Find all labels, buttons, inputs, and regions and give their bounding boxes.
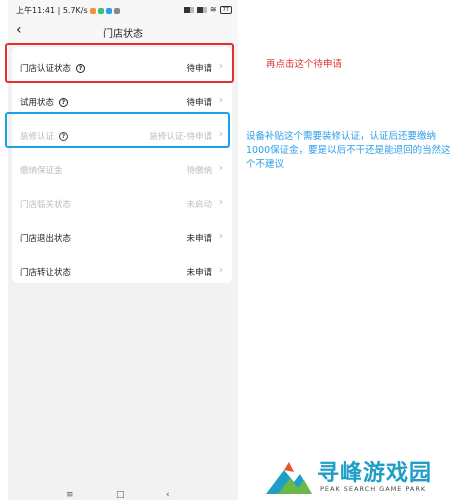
home-icon[interactable]: □ [116, 490, 125, 500]
signal-icon [183, 6, 194, 13]
app-notify-icon [97, 7, 104, 14]
row-deposit[interactable]: 缴纳保证金 待缴纳 › [12, 151, 232, 185]
highlight-box-blue [5, 112, 230, 148]
wifi-icon: ≋ [209, 5, 217, 14]
highlight-box-red [5, 43, 234, 83]
nav-bar: ‹ 门店状态 [8, 18, 238, 44]
row-value: 未启动 [186, 200, 212, 210]
row-label: 门店转让状态 [20, 268, 72, 278]
annotation-blue: 设备补贴这个需要装修认证，认证后还要缴纳1000保证金，要是以后不干还是能退回的… [246, 131, 451, 170]
page-title: 门店状态 [103, 29, 143, 40]
status-time: 上午11:41 | 5.7K/s [16, 6, 88, 15]
alarm-icon [89, 7, 96, 14]
battery-icon: 77 [219, 5, 232, 14]
row-value: 待申请 [186, 98, 212, 108]
mountain-logo-icon [266, 462, 312, 494]
chevron-right-icon: › [218, 195, 223, 208]
row-value: 未申请 [186, 234, 212, 244]
row-temp-close[interactable]: 门店临关状态 未启动 › [12, 185, 232, 219]
app-notify-icon [105, 7, 112, 14]
annotation-red: 再点击这个待申请 [266, 59, 343, 70]
row-value: 待缴纳 [186, 166, 212, 176]
help-icon[interactable]: ? [59, 97, 69, 107]
chevron-right-icon: › [218, 161, 223, 174]
row-label: 门店临关状态 [20, 200, 72, 210]
system-nav-bar: ≡ □ ‹ [8, 490, 238, 500]
logo-subtitle: PEAK SEARCH GAME PARK [320, 485, 427, 493]
menu-icon[interactable]: ≡ [66, 490, 74, 500]
status-bar: 上午11:41 | 5.7K/s ≋ 77 [8, 0, 238, 18]
watermark-logo: 寻峰游戏园 PEAK SEARCH GAME PARK [262, 452, 457, 500]
app-notify-icon [113, 7, 120, 14]
signal-icon [196, 6, 207, 13]
chevron-right-icon: › [218, 263, 223, 276]
row-store-transfer[interactable]: 门店转让状态 未申请 › [12, 253, 232, 287]
back-icon[interactable]: ‹ [166, 490, 170, 500]
row-label: 门店退出状态 [20, 234, 72, 244]
row-value: 未申请 [186, 268, 212, 278]
chevron-right-icon: › [218, 93, 223, 106]
row-store-exit[interactable]: 门店退出状态 未申请 › [12, 219, 232, 253]
row-label: 缴纳保证金 [20, 166, 63, 176]
row-label: 试用状态 [20, 98, 55, 108]
chevron-right-icon: › [218, 229, 223, 242]
logo-title: 寻峰游戏园 [317, 461, 433, 486]
